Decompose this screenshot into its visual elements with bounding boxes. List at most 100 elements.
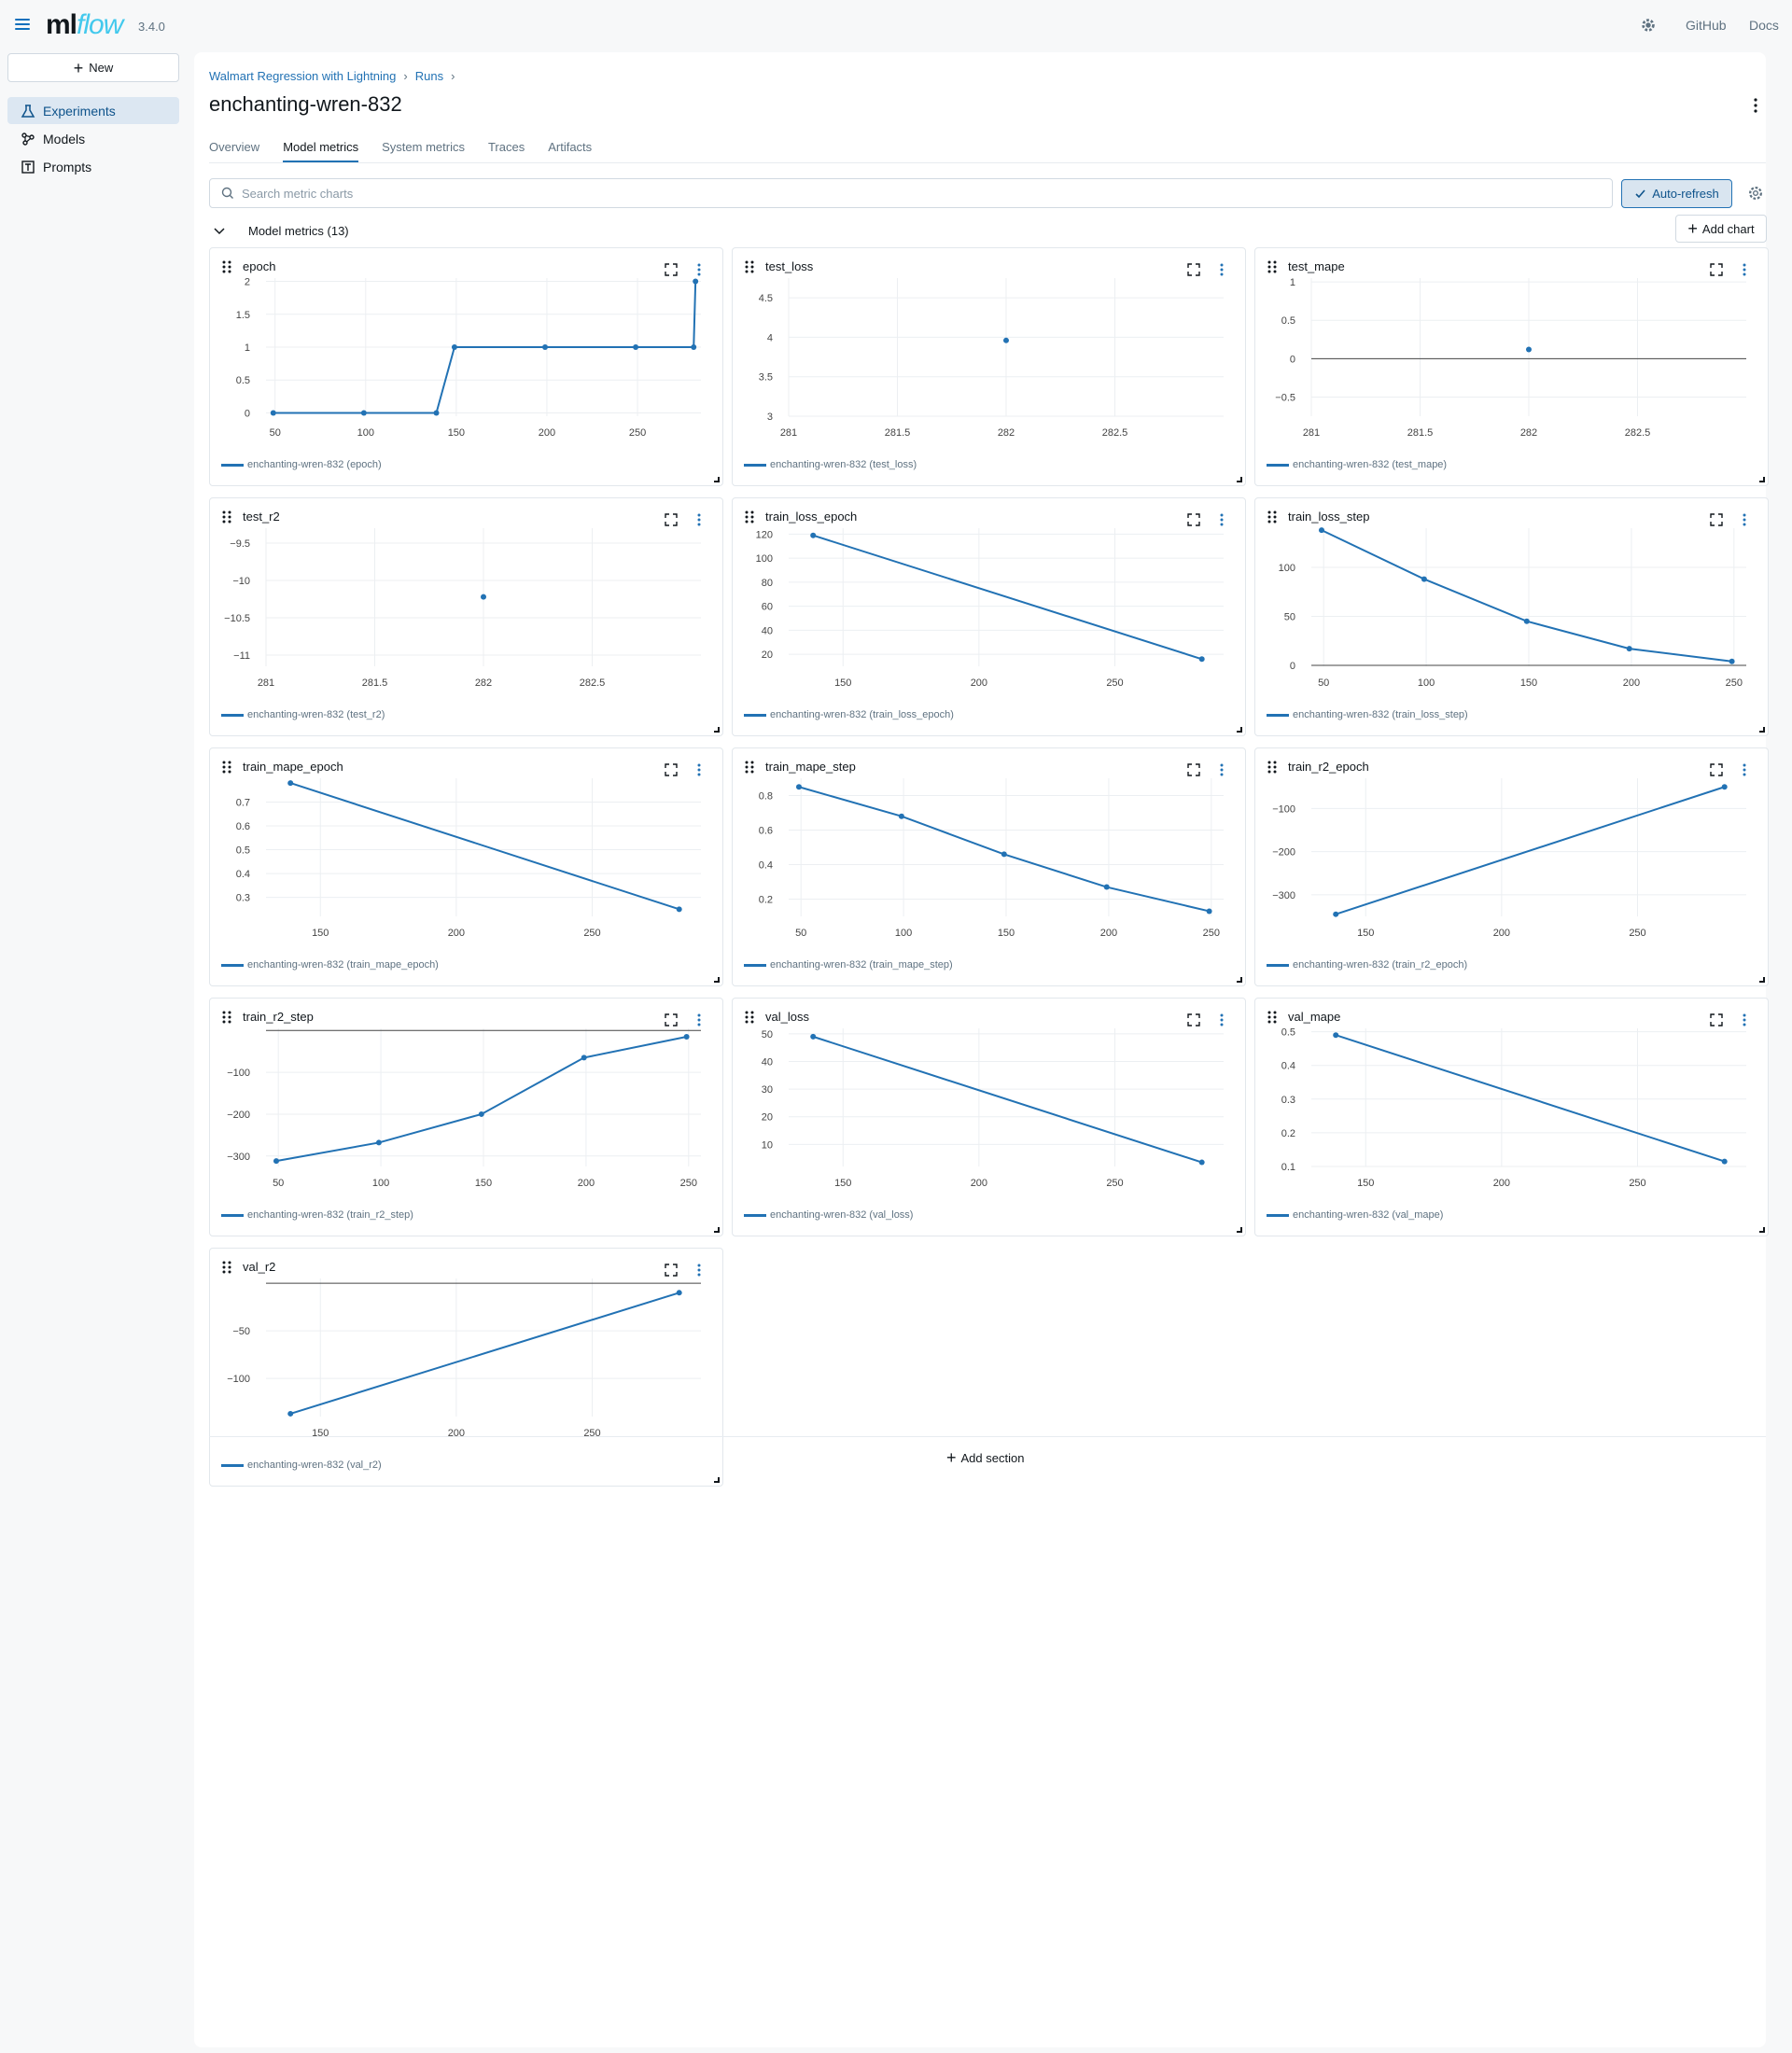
github-link[interactable]: GitHub <box>1686 18 1727 33</box>
plus-icon: + <box>1687 219 1698 238</box>
legend-swatch <box>221 713 244 717</box>
chart-legend[interactable]: enchanting-wren-832 (train_mape_epoch) <box>221 959 439 971</box>
resize-handle-icon[interactable] <box>1237 477 1242 482</box>
resize-handle-icon[interactable] <box>714 1227 720 1233</box>
new-button[interactable]: + New <box>7 53 179 82</box>
x-tick-label: 200 <box>1493 1178 1510 1189</box>
chart-plot[interactable]: 281281.5282282.5−11−10.5−10−9.5Step <box>210 498 724 704</box>
docs-link[interactable]: Docs <box>1749 18 1779 33</box>
chart-legend[interactable]: enchanting-wren-832 (train_r2_step) <box>221 1209 413 1221</box>
chart-plot[interactable]: 150200250−300−200−100Step <box>1255 748 1770 954</box>
y-tick-label: 0.5 <box>1281 315 1295 327</box>
chart-legend[interactable]: enchanting-wren-832 (epoch) <box>221 459 382 470</box>
chart-legend[interactable]: enchanting-wren-832 (val_r2) <box>221 1459 382 1471</box>
x-tick-label: 281 <box>1303 427 1320 439</box>
y-tick-label: 0.3 <box>236 893 250 904</box>
add-section-button[interactable]: + Add section <box>946 1449 1024 1466</box>
x-tick-label: 250 <box>1629 928 1645 939</box>
data-point <box>270 410 276 416</box>
y-tick-label: −10.5 <box>224 613 250 624</box>
chart-card-val-r2: val_r2150200250−100−50Stepenchanting-wre… <box>209 1248 723 1487</box>
resize-handle-icon[interactable] <box>714 727 720 733</box>
y-tick-label: 0.1 <box>1281 1162 1295 1173</box>
data-point <box>273 1158 279 1165</box>
legend-label: enchanting-wren-832 (val_r2) <box>247 1459 382 1471</box>
y-tick-label: 0.6 <box>759 826 773 837</box>
prompts-icon <box>21 160 35 174</box>
legend-label: enchanting-wren-832 (train_r2_epoch) <box>1293 959 1468 971</box>
chart-legend[interactable]: enchanting-wren-832 (test_mape) <box>1267 459 1447 470</box>
tab-traces[interactable]: Traces <box>488 140 525 163</box>
breadcrumb-experiment-link[interactable]: Walmart Regression with Lightning <box>209 69 396 83</box>
resize-handle-icon[interactable] <box>1759 477 1765 482</box>
resize-handle-icon[interactable] <box>1759 727 1765 733</box>
x-tick-label: 150 <box>312 1428 329 1439</box>
chart-plot[interactable]: 5010015020025000.511.52Step <box>210 248 724 454</box>
y-tick-label: 0.2 <box>1281 1128 1295 1139</box>
chart-plot[interactable]: 150200250−100−50Step <box>210 1249 724 1454</box>
chart-plot[interactable]: 50100150200250−300−200−100Step <box>210 999 724 1204</box>
y-tick-label: −11 <box>233 650 250 662</box>
chart-legend[interactable]: enchanting-wren-832 (test_r2) <box>221 709 385 720</box>
sidebar-item-experiments[interactable]: Experiments <box>7 97 179 124</box>
resize-handle-icon[interactable] <box>714 977 720 983</box>
sidebar-item-models[interactable]: Models <box>7 125 179 152</box>
chart-legend[interactable]: enchanting-wren-832 (val_loss) <box>744 1209 913 1221</box>
series-line <box>798 786 1210 913</box>
x-tick-label: 250 <box>680 1178 697 1189</box>
tab-overview[interactable]: Overview <box>209 140 259 163</box>
data-point <box>1206 908 1212 915</box>
settings-icon[interactable] <box>1640 17 1657 34</box>
chart-legend[interactable]: enchanting-wren-832 (train_r2_epoch) <box>1267 959 1467 971</box>
chart-plot[interactable]: 281281.5282282.533.544.5Step <box>733 248 1247 454</box>
breadcrumb-runs-link[interactable]: Runs <box>415 69 443 83</box>
resize-handle-icon[interactable] <box>714 477 720 482</box>
data-point <box>1198 1159 1205 1166</box>
data-point <box>683 1033 690 1040</box>
beaker-icon <box>21 104 35 118</box>
legend-swatch <box>744 713 766 717</box>
chart-plot[interactable]: 1502002500.30.40.50.60.7Step <box>210 748 724 954</box>
x-tick-label: 281.5 <box>885 427 911 439</box>
chart-plot[interactable]: 501001502002500.20.40.60.8Step <box>733 748 1247 954</box>
chart-plot[interactable]: 1502002500.10.20.30.40.5Step <box>1255 999 1770 1204</box>
y-tick-label: 40 <box>762 1057 773 1068</box>
models-icon <box>21 132 35 146</box>
resize-handle-icon[interactable] <box>1237 1227 1242 1233</box>
chart-settings-icon[interactable] <box>1747 185 1764 202</box>
chart-card-train-loss-step: train_loss_step50100150200250050100Stepe… <box>1254 497 1769 736</box>
chart-legend[interactable]: enchanting-wren-832 (train_loss_step) <box>1267 709 1468 720</box>
tab-model-metrics[interactable]: Model metrics <box>283 140 359 163</box>
sidebar-item-prompts[interactable]: Prompts <box>7 153 179 180</box>
data-point <box>691 344 697 350</box>
chart-legend[interactable]: enchanting-wren-832 (val_mape) <box>1267 1209 1443 1221</box>
legend-swatch <box>221 963 244 967</box>
resize-handle-icon[interactable] <box>1759 977 1765 983</box>
chart-legend[interactable]: enchanting-wren-832 (train_loss_epoch) <box>744 709 954 720</box>
mlflow-logo[interactable]: mlflow <box>46 9 123 41</box>
search-input[interactable] <box>242 186 1548 201</box>
chart-plot[interactable]: 281281.5282282.5−0.500.51Step <box>1255 248 1770 454</box>
chart-legend[interactable]: enchanting-wren-832 (test_loss) <box>744 459 917 470</box>
resize-handle-icon[interactable] <box>1759 1227 1765 1233</box>
chart-plot[interactable]: 15020025020406080100120Step <box>733 498 1247 704</box>
resize-handle-icon[interactable] <box>1237 727 1242 733</box>
data-point <box>676 906 682 913</box>
data-point <box>1626 646 1632 652</box>
resize-handle-icon[interactable] <box>1237 977 1242 983</box>
resize-handle-icon[interactable] <box>714 1477 720 1483</box>
auto-refresh-button[interactable]: Auto-refresh <box>1621 179 1732 208</box>
chart-card-train-mape-epoch: train_mape_epoch 150 200 250 0.3 0.4 0.5 0.6 0.7… <box>209 747 723 986</box>
tab-system-metrics[interactable]: System metrics <box>382 140 465 163</box>
more-options-icon[interactable] <box>1746 96 1765 115</box>
chevron-down-icon[interactable] <box>212 223 227 238</box>
chart-plot[interactable]: 50100150200250050100Step <box>1255 498 1770 704</box>
add-chart-button[interactable]: + Add chart <box>1675 215 1767 243</box>
chart-plot[interactable]: 1502002501020304050Step <box>733 999 1247 1204</box>
y-tick-label: 0 <box>1290 661 1295 672</box>
menu-icon[interactable] <box>13 16 32 35</box>
tab-artifacts[interactable]: Artifacts <box>548 140 592 163</box>
chart-legend[interactable]: enchanting-wren-832 (train_mape_step) <box>744 959 953 971</box>
chart-card-test-r2: test_r2281281.5282282.5−11−10.5−10−9.5St… <box>209 497 723 736</box>
chart-card-train-r2-epoch: train_r2_epoch150200250−300−200−100Stepe… <box>1254 747 1769 986</box>
